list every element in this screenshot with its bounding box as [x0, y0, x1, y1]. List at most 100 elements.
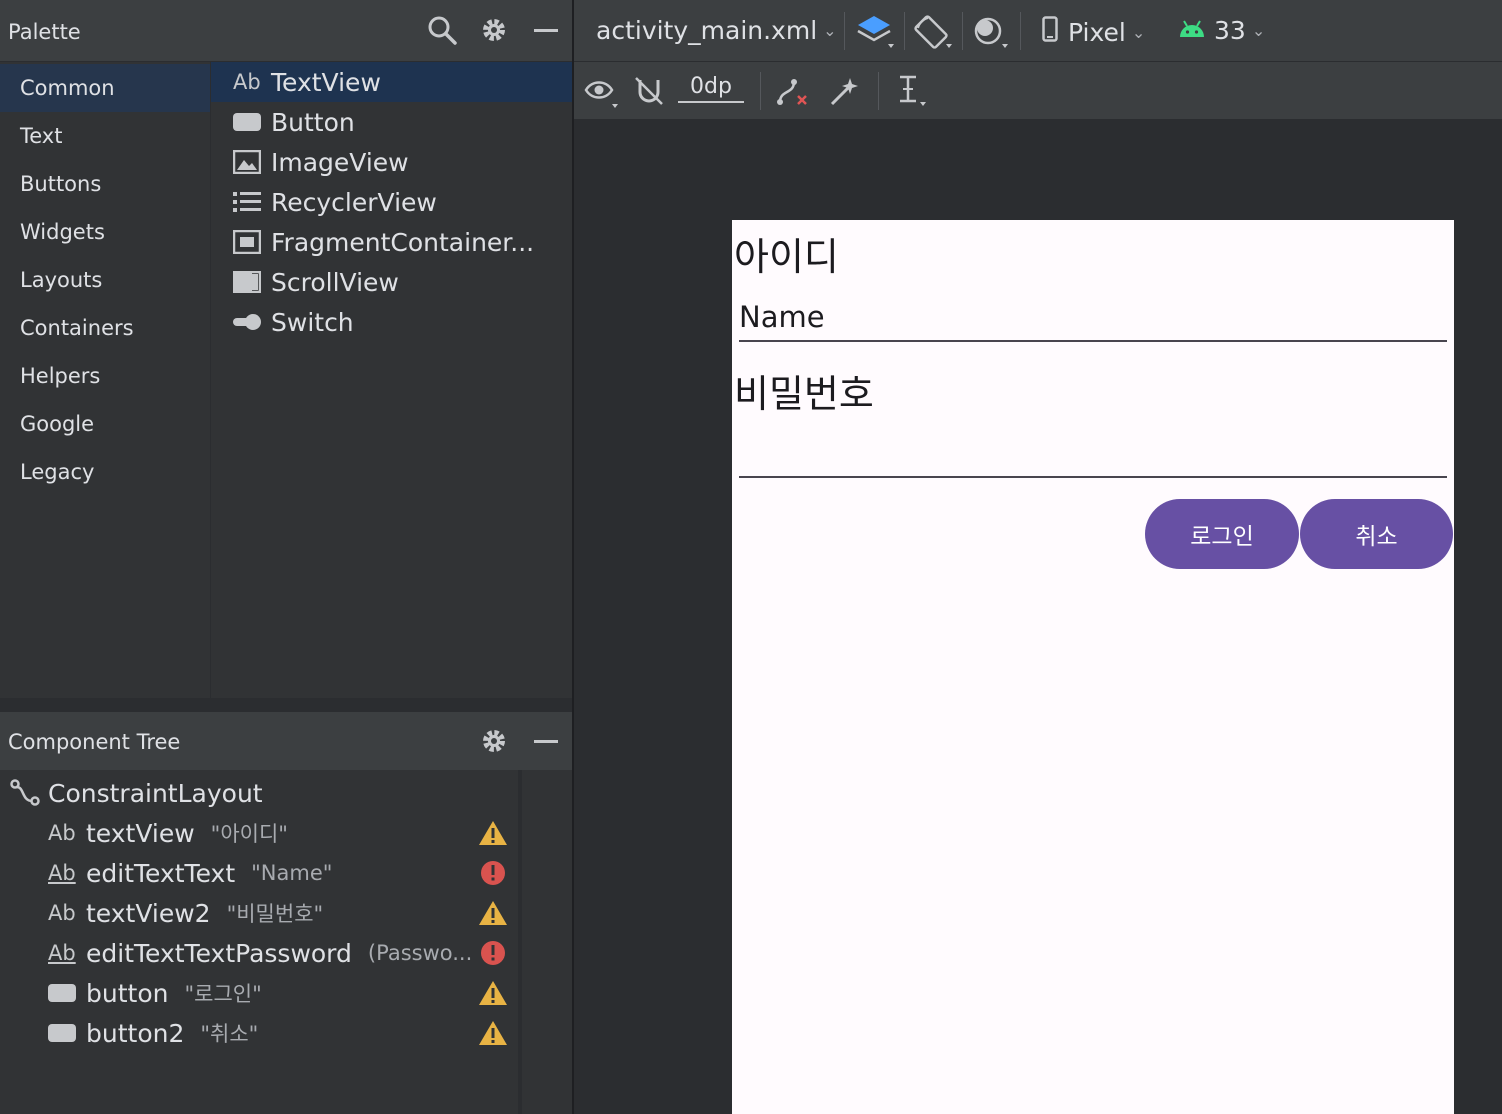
- tree-item-name: textView2: [86, 898, 211, 928]
- palette-widget-fragmentcontainer[interactable]: FragmentContainer...: [211, 222, 573, 262]
- palette-category-google[interactable]: Google: [0, 400, 210, 448]
- tree-item-detail: "취소": [200, 1022, 259, 1046]
- palette-widget-recyclerview[interactable]: RecyclerView: [211, 182, 573, 222]
- preview-login-button[interactable]: 로그인: [1145, 499, 1299, 569]
- palette-category-legacy[interactable]: Legacy: [0, 448, 210, 496]
- palette-widget-scrollview[interactable]: ScrollView: [211, 262, 573, 302]
- textview-icon: Ab: [233, 70, 261, 94]
- warning-icon[interactable]: [478, 819, 508, 847]
- tree-item-textview2[interactable]: Ab textView2 "비밀번호": [0, 893, 520, 933]
- category-label: Legacy: [20, 460, 95, 484]
- default-margin-button[interactable]: 0dp: [678, 74, 744, 103]
- login-button-label: 로그인: [1190, 524, 1254, 550]
- palette-widget-textview[interactable]: Ab TextView: [211, 62, 573, 102]
- tree-item-name: editTextText: [86, 858, 236, 888]
- preview-password-input[interactable]: [739, 476, 1447, 478]
- file-dropdown[interactable]: activity_main.xml ⌄: [596, 16, 837, 45]
- view-options-icon[interactable]: [584, 76, 620, 110]
- error-icon[interactable]: [478, 939, 508, 967]
- palette-title: Palette: [8, 20, 81, 44]
- design-surface-icon[interactable]: [856, 14, 896, 50]
- cancel-button-label: 취소: [1355, 524, 1398, 550]
- device-dropdown[interactable]: Pixel ⌄: [1042, 16, 1145, 48]
- device-name: Pixel: [1068, 17, 1126, 47]
- tree-item-textview[interactable]: Ab textView "아이디": [0, 813, 520, 853]
- constraintlayout-icon: [10, 779, 40, 807]
- palette-category-buttons[interactable]: Buttons: [0, 160, 210, 208]
- palette-category-widgets[interactable]: Widgets: [0, 208, 210, 256]
- toolbar-divider: [878, 72, 879, 110]
- infer-constraints-icon[interactable]: [828, 76, 860, 108]
- api-level-dropdown[interactable]: 33 ⌄: [1178, 16, 1265, 45]
- tree-item-detail: (Passwo...: [367, 941, 473, 965]
- category-label: Buttons: [20, 172, 102, 196]
- palette-widget-list: Ab TextView Button ImageView RecyclerVie…: [210, 62, 573, 698]
- editor-toolbar-top: activity_main.xml ⌄ Pixel ⌄ 33 ⌄: [574, 0, 1502, 62]
- widget-label: RecyclerView: [271, 187, 437, 217]
- recyclerview-icon: [233, 188, 263, 216]
- palette-category-containers[interactable]: Containers: [0, 304, 210, 352]
- tree-item-name: editTextTextPassword: [86, 938, 352, 968]
- guidelines-icon[interactable]: [894, 74, 930, 108]
- palette-widget-button[interactable]: Button: [211, 102, 573, 142]
- textview-icon: Ab: [48, 821, 76, 845]
- file-name: activity_main.xml: [596, 16, 818, 45]
- tree-item-name: button: [86, 978, 169, 1008]
- category-label: Common: [20, 76, 115, 100]
- device-preview[interactable]: [732, 220, 1454, 1114]
- widget-label: TextView: [271, 67, 381, 97]
- clear-constraints-icon[interactable]: [774, 76, 810, 108]
- tree-item-edittexttextpassword[interactable]: Ab editTextTextPassword (Passwo...: [0, 933, 520, 973]
- night-mode-icon[interactable]: [972, 14, 1012, 50]
- preview-password-label[interactable]: 비밀번호: [734, 363, 874, 418]
- widget-label: Button: [271, 107, 355, 137]
- component-tree-header: Component Tree: [0, 712, 572, 770]
- tree-root-constraintlayout[interactable]: ConstraintLayout: [0, 773, 520, 813]
- tree-item-detail: "아이디": [210, 822, 288, 846]
- widget-label: ImageView: [271, 147, 409, 177]
- category-label: Containers: [20, 316, 134, 340]
- component-tree-side-panel: [522, 770, 572, 1114]
- preview-name-input[interactable]: [739, 340, 1447, 342]
- tree-item-edittexttext[interactable]: Ab editTextText "Name": [0, 853, 520, 893]
- palette-category-common[interactable]: Common: [0, 64, 210, 112]
- warning-icon[interactable]: [478, 1019, 508, 1047]
- panel-splitter[interactable]: [0, 698, 572, 712]
- scrollview-icon: [233, 268, 263, 296]
- preview-id-label[interactable]: 아이디: [734, 226, 839, 281]
- toolbar-divider: [904, 12, 905, 50]
- search-icon[interactable]: [426, 14, 458, 46]
- minimize-icon[interactable]: [530, 14, 562, 46]
- textview-icon: Ab: [48, 901, 76, 925]
- category-label: Helpers: [20, 364, 101, 388]
- category-label: Google: [20, 412, 95, 436]
- tree-item-detail: "비밀번호": [226, 902, 324, 926]
- tree-item-button2[interactable]: button2 "취소": [0, 1013, 520, 1053]
- palette-widget-imageview[interactable]: ImageView: [211, 142, 573, 182]
- palette-category-helpers[interactable]: Helpers: [0, 352, 210, 400]
- palette-widget-switch[interactable]: Switch: [211, 302, 573, 342]
- orientation-icon[interactable]: [914, 14, 954, 50]
- toolbar-divider: [962, 12, 963, 50]
- gear-icon[interactable]: [478, 725, 510, 757]
- preview-name-input-value: Name: [739, 300, 825, 334]
- palette-category-layouts[interactable]: Layouts: [0, 256, 210, 304]
- android-icon: [1178, 16, 1206, 45]
- api-level: 33: [1214, 16, 1246, 45]
- error-icon[interactable]: [478, 859, 508, 887]
- palette-header: Palette: [0, 0, 572, 62]
- tree-item-button[interactable]: button "로그인": [0, 973, 520, 1013]
- warning-icon[interactable]: [478, 979, 508, 1007]
- warning-icon[interactable]: [478, 899, 508, 927]
- fragmentcontainer-icon: [233, 228, 263, 256]
- gear-icon[interactable]: [478, 14, 510, 46]
- default-margin-value: 0dp: [678, 74, 744, 103]
- preview-cancel-button[interactable]: 취소: [1300, 499, 1453, 569]
- editor-toolbar-bottom: 0dp: [574, 62, 1502, 120]
- category-label: Widgets: [20, 220, 105, 244]
- edittext-icon: Ab: [48, 861, 76, 885]
- button-icon: [48, 982, 78, 1004]
- minimize-icon[interactable]: [530, 725, 562, 757]
- palette-category-text[interactable]: Text: [0, 112, 210, 160]
- autoconnect-off-icon[interactable]: [634, 76, 666, 108]
